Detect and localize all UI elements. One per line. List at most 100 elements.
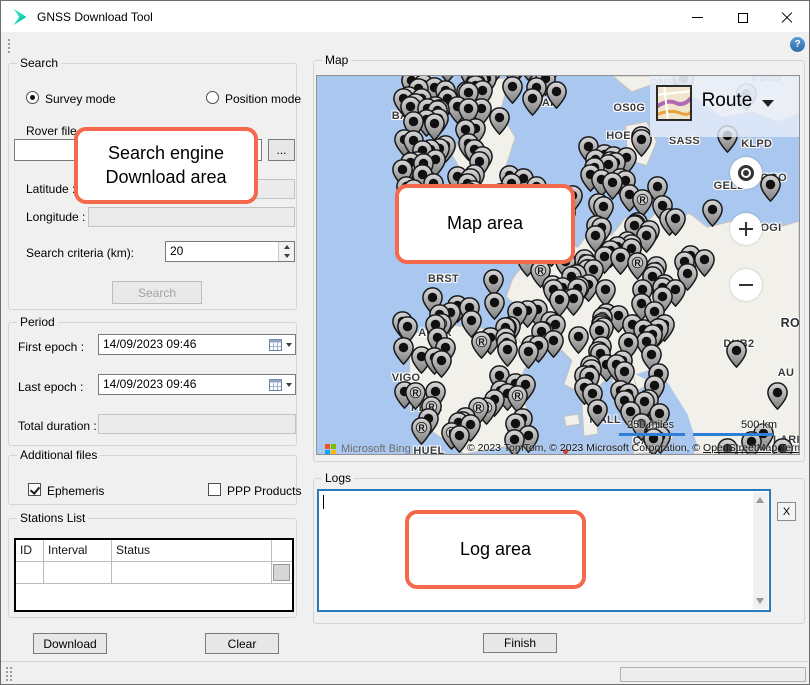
station-pin[interactable] <box>518 341 539 369</box>
table-header-row: ID Interval Status <box>16 540 292 562</box>
plus-icon <box>739 222 753 236</box>
cell-id[interactable] <box>16 562 44 583</box>
station-pin[interactable] <box>726 340 747 368</box>
map-attribution[interactable]: © 2023 TomTom, © 2023 Microsoft Corporat… <box>467 442 800 454</box>
station-pin[interactable] <box>760 174 781 202</box>
toolstrip-grip[interactable] <box>7 38 11 53</box>
additional-files-label: Additional files <box>17 448 100 462</box>
map-station-label: BRST <box>428 273 459 285</box>
bing-label: Microsoft Bing <box>341 443 411 455</box>
svg-text:R: R <box>514 391 521 401</box>
progress-placeholder <box>620 667 806 682</box>
app-window: GNSS Download Tool ? Search Survey mode … <box>0 0 810 685</box>
search-criteria-stepper[interactable]: 20 <box>165 241 295 262</box>
log-scrollbar[interactable] <box>753 492 768 609</box>
locate-button[interactable] <box>730 157 762 189</box>
route-panel[interactable]: Route <box>650 76 799 137</box>
map-canvas[interactable]: BARRFRAROS0GHOE2SASSKLPDONS4VS0GGELLOGOO… <box>316 75 800 455</box>
station-pin[interactable] <box>522 88 543 116</box>
last-epoch-label: Last epoch : <box>18 380 83 394</box>
longitude-input[interactable] <box>88 207 295 227</box>
svg-text:R: R <box>478 337 485 347</box>
zoom-in-button[interactable] <box>730 213 762 245</box>
station-pin[interactable] <box>568 326 589 354</box>
station-pin[interactable] <box>546 81 567 109</box>
map-station-label: RO <box>781 316 800 330</box>
stations-group-label: Stations List <box>17 511 88 525</box>
table-row[interactable] <box>16 562 292 584</box>
logs-group-label: Logs <box>322 471 354 485</box>
scroll-down-icon[interactable] <box>756 598 764 604</box>
station-pin[interactable]: R <box>471 331 492 359</box>
statusbar-grip[interactable] <box>5 666 13 682</box>
column-header-status[interactable]: Status <box>112 540 272 561</box>
total-duration-label: Total duration : <box>18 419 97 433</box>
clear-button[interactable]: Clear <box>205 633 279 654</box>
station-pin[interactable]: R <box>411 417 432 445</box>
row-browse-button[interactable] <box>273 564 290 581</box>
ephemeris-checkbox[interactable] <box>28 483 41 496</box>
station-pin[interactable] <box>502 76 523 104</box>
cell-interval[interactable] <box>44 562 112 583</box>
column-header-id[interactable]: ID <box>16 540 44 561</box>
calendar-icon <box>269 379 282 391</box>
search-button[interactable]: Search <box>112 281 202 304</box>
svg-text:R: R <box>476 403 483 413</box>
spin-down-icon[interactable] <box>279 252 294 262</box>
route-dropdown-icon[interactable] <box>762 100 774 107</box>
spin-up-icon[interactable] <box>279 242 294 252</box>
column-header-interval[interactable]: Interval <box>44 540 112 561</box>
status-bar <box>1 661 809 684</box>
maximize-button[interactable] <box>720 2 766 33</box>
window-title: GNSS Download Tool <box>37 10 153 24</box>
microsoft-logo-icon <box>325 444 336 455</box>
first-epoch-label: First epoch : <box>18 340 84 354</box>
svg-text:R: R <box>418 423 425 433</box>
total-duration-input[interactable] <box>98 414 296 434</box>
bing-logo: Microsoft Bing <box>325 443 411 455</box>
station-pin[interactable] <box>489 107 510 135</box>
route-map-icon <box>656 85 692 121</box>
close-button[interactable] <box>764 2 810 33</box>
dropdown-arrow-icon[interactable] <box>286 343 292 347</box>
minimize-icon <box>692 17 703 18</box>
clear-log-button[interactable]: X <box>777 502 796 521</box>
scroll-up-icon[interactable] <box>756 497 764 503</box>
zoom-out-button[interactable] <box>730 269 762 301</box>
search-group-label: Search <box>17 56 61 70</box>
station-pin[interactable] <box>665 208 686 236</box>
svg-text:R: R <box>412 388 419 398</box>
finish-button[interactable]: Finish <box>483 633 557 653</box>
minus-icon <box>739 284 753 286</box>
map-station-label: HUEL <box>413 445 444 455</box>
dropdown-arrow-icon[interactable] <box>286 383 292 387</box>
download-button[interactable]: Download <box>33 633 107 654</box>
map-station-label: OS0G <box>613 102 645 114</box>
map-area-annotation: Map area <box>395 184 575 264</box>
position-mode-radio[interactable] <box>206 91 219 104</box>
position-mode-label: Position mode <box>225 92 301 106</box>
station-pin[interactable] <box>767 382 788 410</box>
route-label: Route <box>702 90 753 112</box>
station-pin[interactable] <box>702 199 723 227</box>
stations-table[interactable]: ID Interval Status <box>14 538 294 612</box>
cell-status[interactable] <box>112 562 272 583</box>
scale-km-label: 500 km <box>741 419 777 431</box>
last-epoch-picker[interactable]: 14/09/2023 09:46 <box>98 374 296 395</box>
station-pin[interactable] <box>587 399 608 427</box>
svg-text:R: R <box>639 195 646 205</box>
latitude-label: Latitude : <box>26 182 75 196</box>
station-pin[interactable] <box>497 339 518 367</box>
first-epoch-picker[interactable]: 14/09/2023 09:46 <box>98 334 296 355</box>
survey-mode-label: Survey mode <box>45 92 116 106</box>
browse-button[interactable]: ... <box>268 139 295 161</box>
ppp-products-label: PPP Products <box>227 484 301 498</box>
search-criteria-value: 20 <box>170 244 183 258</box>
station-pin[interactable] <box>431 350 452 378</box>
svg-text:R: R <box>634 258 641 268</box>
minimize-button[interactable] <box>674 2 720 33</box>
help-button[interactable]: ? <box>790 37 805 52</box>
ppp-products-checkbox[interactable] <box>208 483 221 496</box>
map-group-label: Map <box>322 53 351 67</box>
survey-mode-radio[interactable] <box>26 91 39 104</box>
